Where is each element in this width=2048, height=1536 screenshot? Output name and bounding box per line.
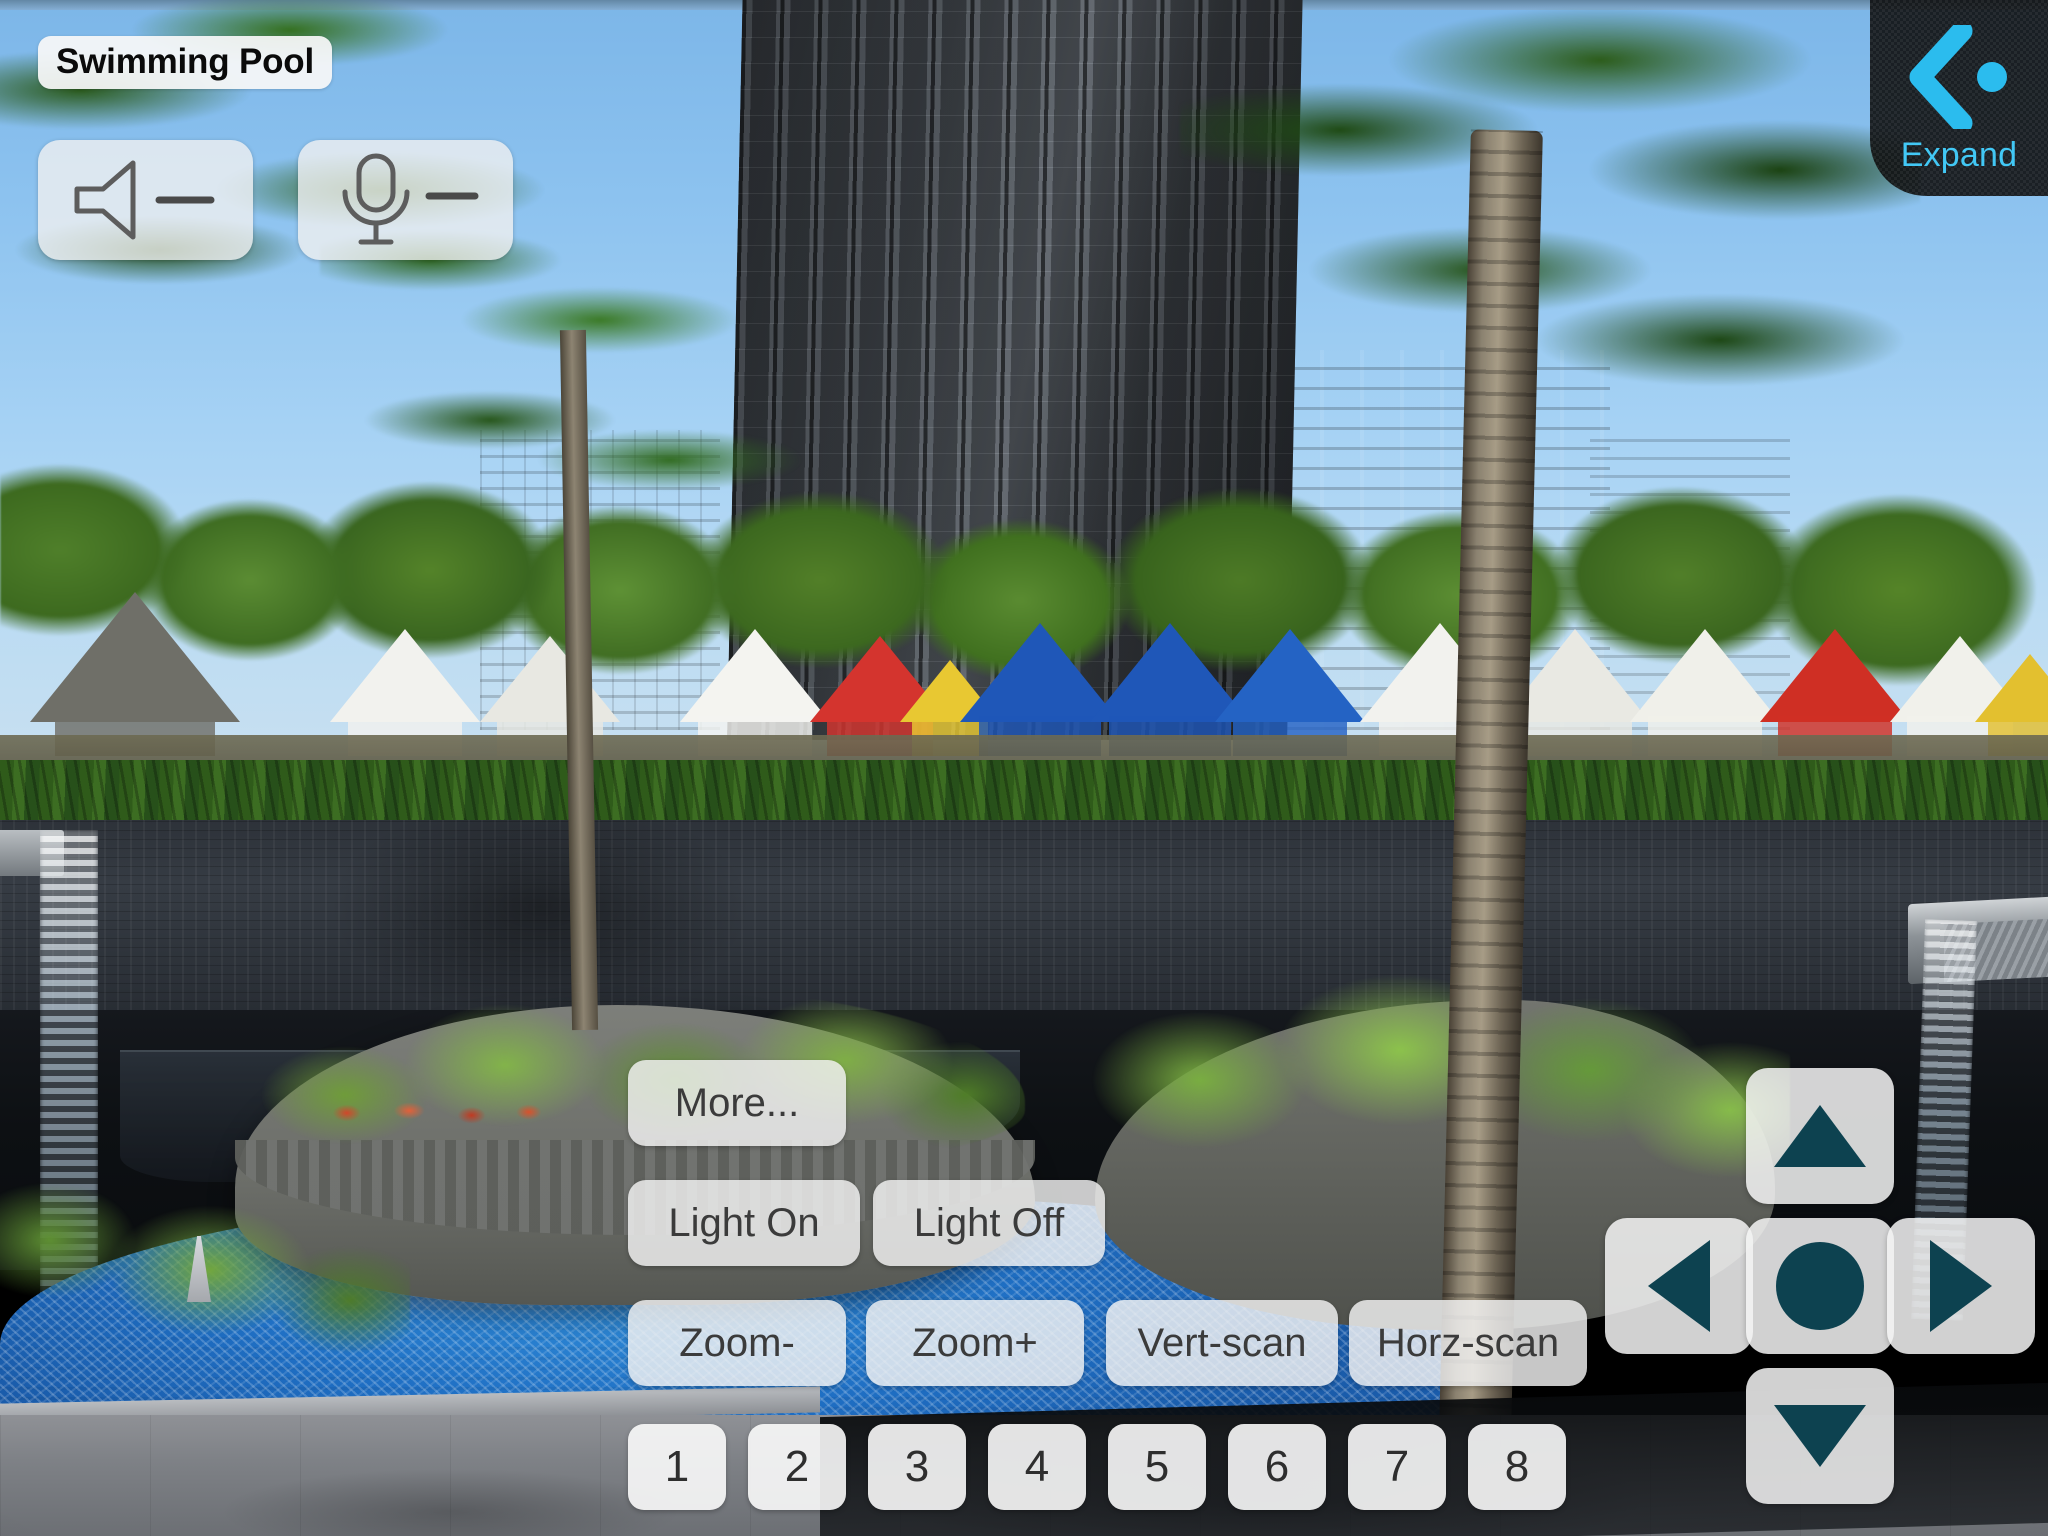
speaker-mute-button[interactable] (38, 140, 253, 260)
triangle-left-icon (1648, 1240, 1710, 1332)
control-button-zoom-out[interactable]: Zoom- (628, 1300, 846, 1386)
preset-button-3[interactable]: 3 (868, 1424, 966, 1510)
triangle-down-icon (1774, 1405, 1866, 1467)
circle-icon (1776, 1242, 1864, 1330)
control-button-zoom-in[interactable]: Zoom+ (866, 1300, 1084, 1386)
triangle-right-icon (1930, 1240, 1992, 1332)
triangle-up-icon (1774, 1105, 1866, 1167)
expand-label: Expand (1900, 135, 2018, 174)
page-title: Swimming Pool (38, 36, 332, 89)
preset-button-5[interactable]: 5 (1108, 1424, 1206, 1510)
preset-button-1[interactable]: 1 (628, 1424, 726, 1510)
speaker-mute-icon (71, 157, 221, 243)
preset-button-4[interactable]: 4 (988, 1424, 1086, 1510)
dpad-down-button[interactable] (1746, 1368, 1894, 1504)
control-button-more[interactable]: More... (628, 1060, 846, 1146)
chevron-left-dot-icon (1900, 20, 2018, 134)
control-button-light-on[interactable]: Light On (628, 1180, 860, 1266)
control-button-light-off[interactable]: Light Off (873, 1180, 1105, 1266)
microphone-mute-button[interactable] (298, 140, 513, 260)
preset-button-6[interactable]: 6 (1228, 1424, 1326, 1510)
microphone-mute-icon (331, 152, 481, 248)
preset-button-8[interactable]: 8 (1468, 1424, 1566, 1510)
control-button-vert-scan[interactable]: Vert-scan (1106, 1300, 1338, 1386)
dpad-left-button[interactable] (1605, 1218, 1753, 1354)
preset-button-7[interactable]: 7 (1348, 1424, 1446, 1510)
dpad-up-button[interactable] (1746, 1068, 1894, 1204)
camera-controls-overlay: Swimming Pool Expand More... Light On Li… (0, 0, 2048, 1536)
dpad-center-button[interactable] (1746, 1218, 1894, 1354)
dpad-right-button[interactable] (1887, 1218, 2035, 1354)
preset-button-2[interactable]: 2 (748, 1424, 846, 1510)
ptz-dpad (1605, 1068, 2035, 1528)
control-button-horz-scan[interactable]: Horz-scan (1349, 1300, 1587, 1386)
camera-live-view: Swimming Pool Expand More... Light On Li… (0, 0, 2048, 1536)
expand-button[interactable]: Expand (1870, 0, 2048, 196)
